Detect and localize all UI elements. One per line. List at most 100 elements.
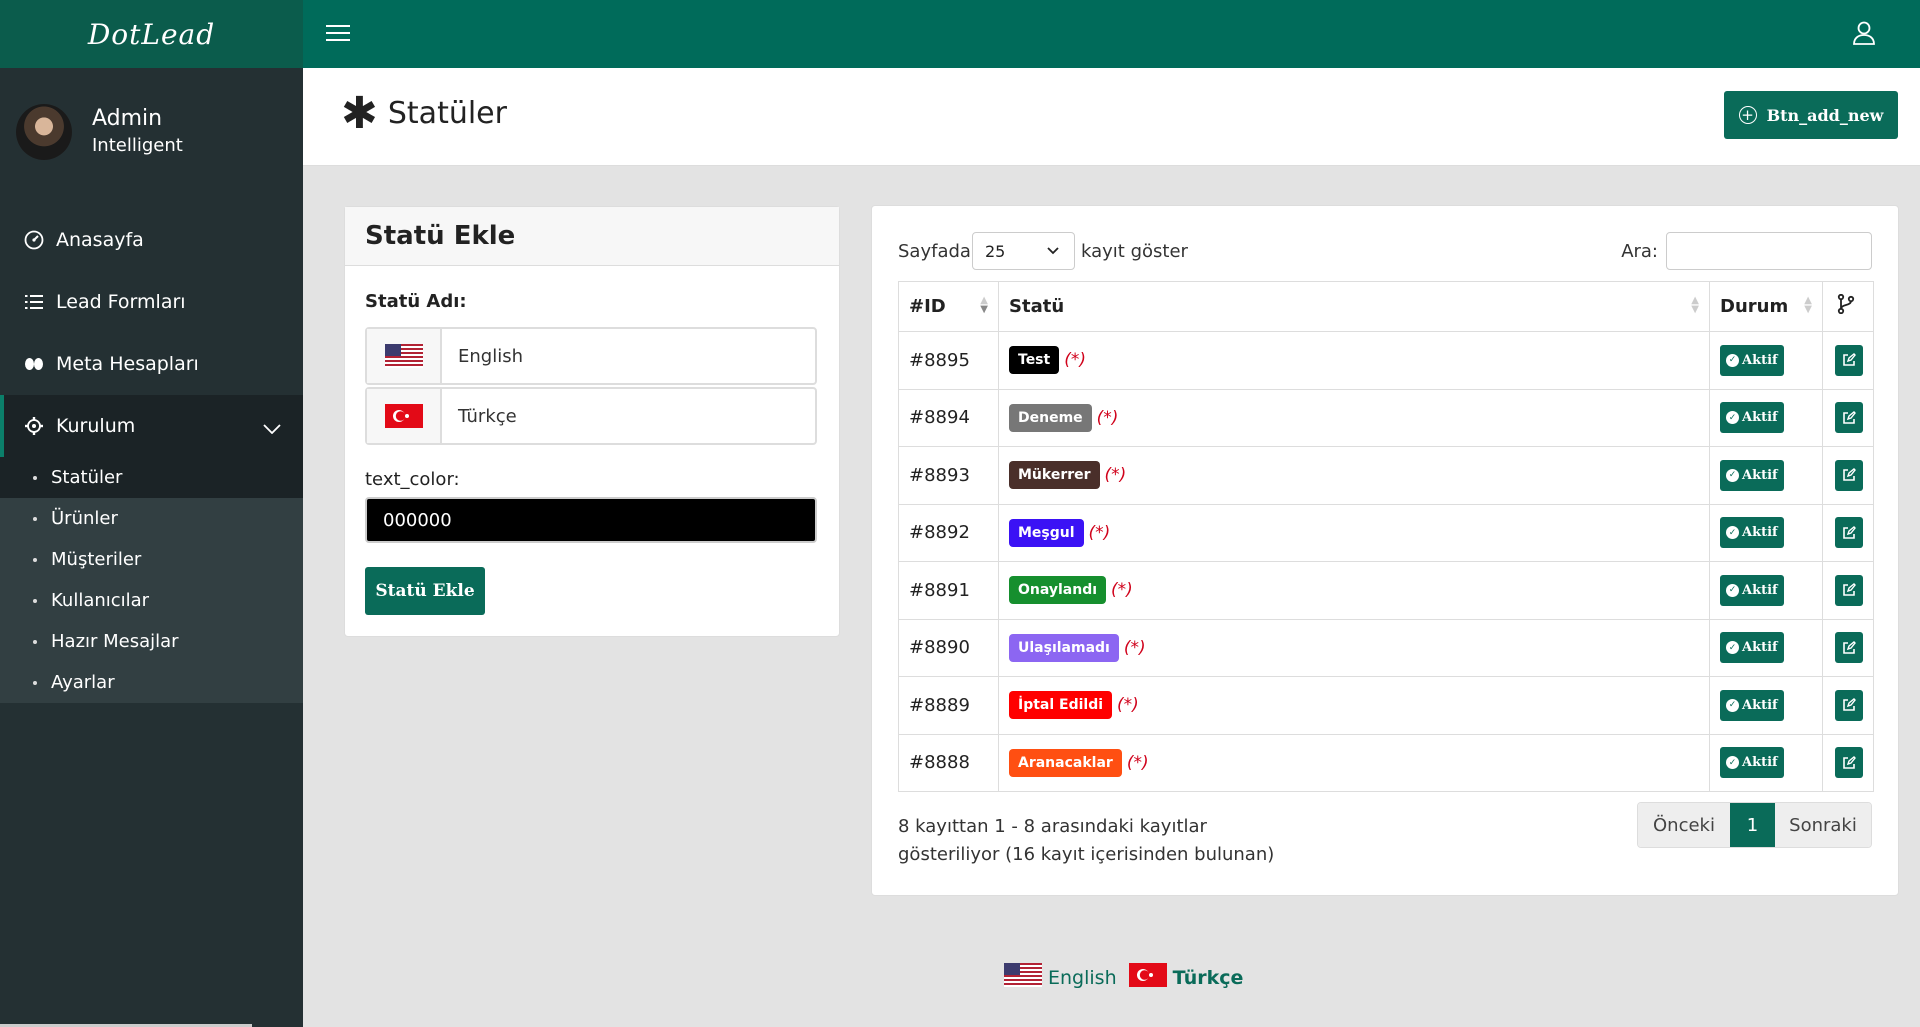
row-actions bbox=[1822, 733, 1874, 792]
check-circle-icon: ✓ bbox=[1726, 468, 1739, 482]
row-status: Aranacaklar (*) bbox=[998, 733, 1710, 792]
user-profile: Admin Intelligent bbox=[16, 104, 183, 160]
active-toggle-button[interactable]: ✓ Aktif bbox=[1720, 459, 1784, 491]
tr-flag-icon[interactable] bbox=[1128, 963, 1167, 992]
edit-button[interactable] bbox=[1835, 747, 1863, 779]
text-color-input[interactable]: 000000 bbox=[365, 497, 817, 543]
logo[interactable]: DotLead bbox=[88, 18, 215, 51]
edit-button[interactable] bbox=[1835, 402, 1863, 434]
language-switcher: English Türkçe bbox=[1004, 963, 1243, 992]
row-actions bbox=[1822, 561, 1874, 620]
active-toggle-button[interactable]: ✓ Aktif bbox=[1720, 747, 1784, 779]
sort-icon: ▲ ▼ bbox=[1691, 295, 1699, 315]
edit-button[interactable] bbox=[1835, 689, 1863, 721]
page-size-suffix: kayıt göster bbox=[1081, 241, 1188, 262]
row-actions bbox=[1822, 446, 1874, 505]
card-title: Statü Ekle bbox=[345, 207, 839, 266]
edit-button[interactable] bbox=[1835, 459, 1863, 491]
active-toggle-button[interactable]: ✓ Aktif bbox=[1720, 689, 1784, 721]
profile-role: Intelligent bbox=[92, 135, 183, 156]
english-name-field[interactable]: English bbox=[365, 327, 817, 385]
avatar bbox=[16, 104, 72, 160]
status-badge: Meşgul bbox=[1009, 518, 1084, 547]
add-status-button[interactable]: Statü Ekle bbox=[365, 567, 485, 615]
active-toggle-button[interactable]: ✓ Aktif bbox=[1720, 402, 1784, 434]
row-id: #8893 bbox=[898, 446, 999, 505]
row-durum: ✓ Aktif bbox=[1709, 331, 1823, 390]
active-toggle-button[interactable]: ✓ Aktif bbox=[1720, 574, 1784, 606]
col-header-durum[interactable]: Durum ▲ ▼ bbox=[1709, 281, 1823, 332]
meta-icon bbox=[24, 354, 44, 374]
table-row: #8889 İptal Edildi (*) ✓ Aktif bbox=[898, 676, 1874, 735]
hamburger-icon[interactable] bbox=[326, 21, 350, 47]
status-badge: Test bbox=[1009, 346, 1060, 375]
turkish-name-field[interactable]: Türkçe bbox=[365, 387, 817, 445]
turkish-link[interactable]: Türkçe bbox=[1173, 967, 1244, 989]
dashboard-icon bbox=[24, 230, 44, 250]
edit-icon bbox=[1843, 698, 1856, 712]
status-table-card: Sayfada 25 kayıt göster Ara: #ID ▲ ▼ Statü… bbox=[871, 205, 1899, 896]
check-circle-icon: ✓ bbox=[1726, 698, 1739, 712]
plus-icon: + bbox=[1738, 106, 1757, 124]
sidebar-item-meta-hesaplari[interactable]: Meta Hesapları bbox=[0, 333, 303, 395]
row-id: #8890 bbox=[898, 618, 999, 677]
sidebar-item-label: Anasayfa bbox=[56, 229, 144, 251]
logo-area: DotLead bbox=[0, 0, 303, 68]
profile-name: Admin bbox=[92, 106, 163, 131]
page-header: ✱ Statüler + Btn_add_new bbox=[303, 68, 1920, 166]
active-toggle-button[interactable]: ✓ Aktif bbox=[1720, 344, 1784, 376]
edit-button[interactable] bbox=[1835, 632, 1863, 664]
check-circle-icon: ✓ bbox=[1726, 526, 1739, 540]
page-title: ✱ Statüler bbox=[341, 87, 507, 139]
status-badge: Deneme bbox=[1009, 403, 1092, 432]
edit-icon bbox=[1843, 755, 1856, 769]
sidebar-subitem-ayarlar[interactable]: Ayarlar bbox=[0, 662, 303, 703]
sidebar-subitem-musteriler[interactable]: Müşteriler bbox=[0, 539, 303, 580]
add-new-button[interactable]: + Btn_add_new bbox=[1724, 91, 1898, 139]
row-id: #8894 bbox=[898, 388, 999, 447]
row-actions bbox=[1822, 331, 1874, 390]
col-header-status[interactable]: Statü ▲ ▼ bbox=[998, 281, 1710, 332]
user-icon[interactable] bbox=[1852, 20, 1876, 50]
english-input[interactable]: English bbox=[442, 329, 523, 383]
next-page-button[interactable]: Sonraki bbox=[1775, 803, 1871, 847]
sidebar-item-lead-formlari[interactable]: Lead Formları bbox=[0, 271, 303, 333]
page-size-select[interactable]: 25 bbox=[972, 232, 1075, 270]
col-header-actions bbox=[1822, 281, 1874, 332]
row-status: Meşgul (*) bbox=[998, 503, 1710, 562]
sidebar-subitem-urunler[interactable]: Ürünler bbox=[0, 498, 303, 539]
prev-page-button[interactable]: Önceki bbox=[1638, 803, 1730, 847]
table-info: 8 kayıttan 1 - 8 arasındaki kayıtlar gös… bbox=[898, 816, 1275, 865]
add-status-card: Statü Ekle Statü Adı: English Türkçe tex… bbox=[344, 206, 840, 637]
row-id: #8889 bbox=[898, 676, 999, 735]
search-label: Ara: bbox=[1621, 241, 1658, 262]
edit-icon bbox=[1843, 525, 1856, 539]
search-input[interactable] bbox=[1666, 232, 1872, 270]
edit-button[interactable] bbox=[1835, 574, 1863, 606]
us-flag-icon[interactable] bbox=[1004, 963, 1042, 992]
row-actions bbox=[1822, 388, 1874, 447]
row-status: Ulaşılamadı (*) bbox=[998, 618, 1710, 677]
english-link[interactable]: English bbox=[1048, 967, 1117, 989]
sort-icon: ▲ ▼ bbox=[980, 295, 988, 315]
row-status: İptal Edildi (*) bbox=[998, 676, 1710, 735]
active-toggle-button[interactable]: ✓ Aktif bbox=[1720, 632, 1784, 664]
turkish-input[interactable]: Türkçe bbox=[442, 389, 517, 443]
sidebar-subitem-hazir-mesajlar[interactable]: Hazır Mesajlar bbox=[0, 621, 303, 662]
sidebar-subitem-statuler[interactable]: Statüler bbox=[0, 457, 303, 498]
page-size-prefix: Sayfada bbox=[898, 241, 971, 262]
row-actions bbox=[1822, 618, 1874, 677]
edit-button[interactable] bbox=[1835, 517, 1863, 549]
col-header-id[interactable]: #ID ▲ ▼ bbox=[898, 281, 999, 332]
sidebar-subitem-kullanicilar[interactable]: Kullanıcılar bbox=[0, 580, 303, 621]
page-1-button[interactable]: 1 bbox=[1730, 803, 1775, 847]
sidebar-item-label: Meta Hesapları bbox=[56, 353, 199, 375]
sidebar-item-anasayfa[interactable]: Anasayfa bbox=[0, 209, 303, 271]
sidebar-item-kurulum[interactable]: Kurulum bbox=[0, 395, 303, 457]
required-mark: (*) bbox=[1088, 522, 1111, 543]
edit-icon bbox=[1843, 640, 1856, 654]
edit-button[interactable] bbox=[1835, 344, 1863, 376]
check-circle-icon: ✓ bbox=[1726, 411, 1739, 425]
edit-icon bbox=[1843, 353, 1856, 367]
active-toggle-button[interactable]: ✓ Aktif bbox=[1720, 517, 1784, 549]
